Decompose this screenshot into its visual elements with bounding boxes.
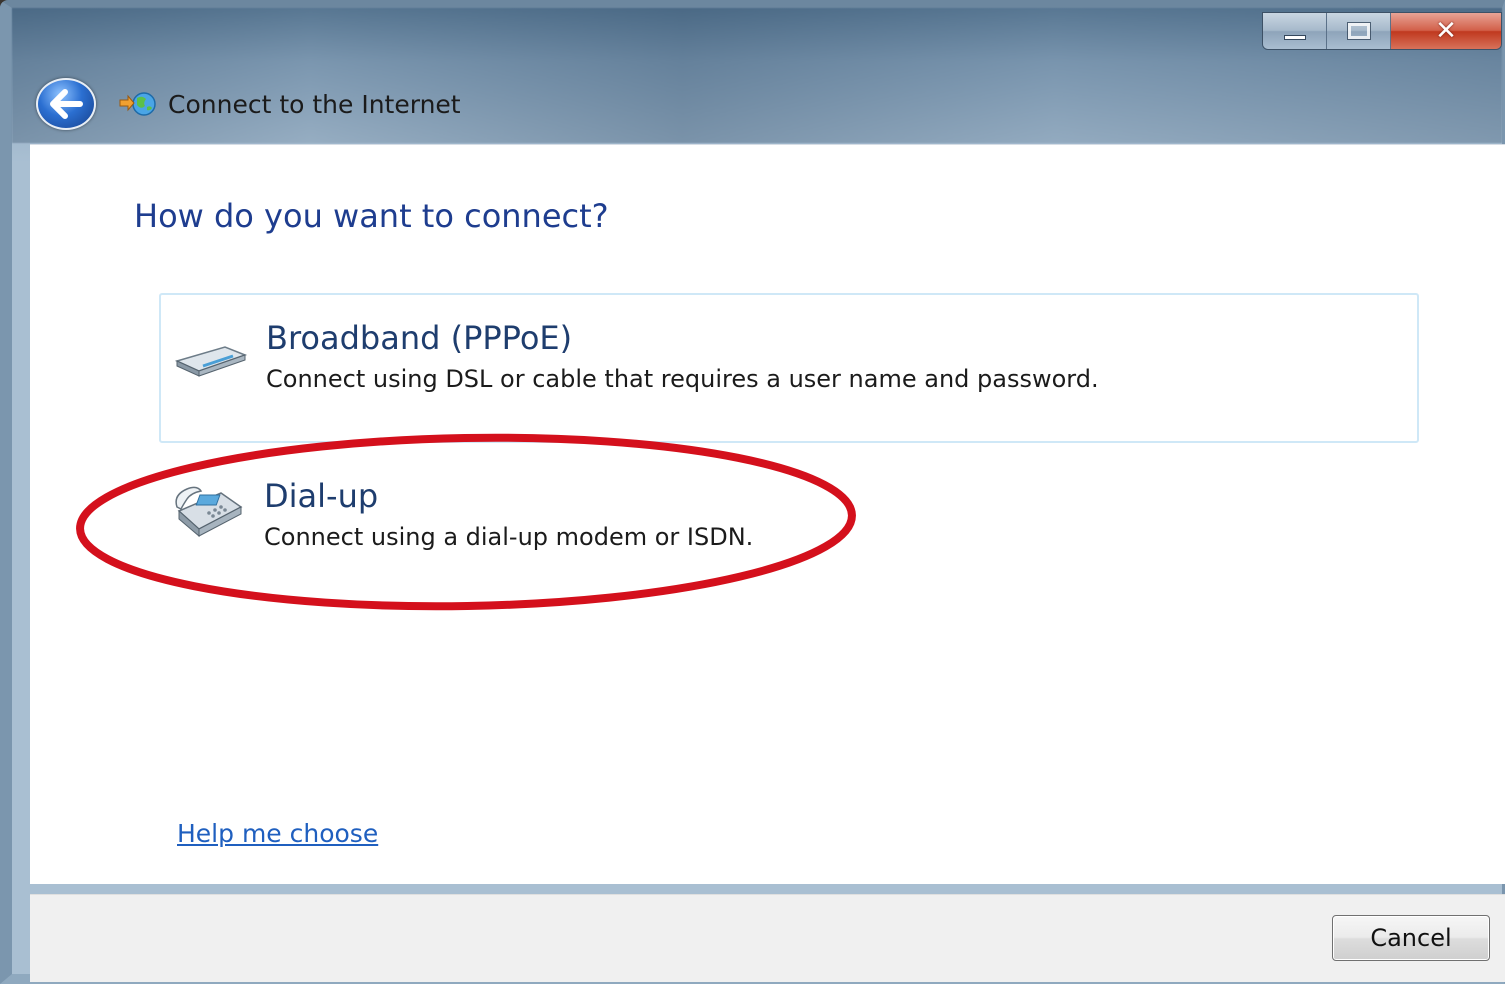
network-globe-icon bbox=[118, 89, 158, 119]
wizard-footer: Cancel bbox=[30, 894, 1505, 982]
minimize-icon bbox=[1283, 34, 1306, 40]
option-description: Connect using DSL or cable that requires… bbox=[266, 365, 1099, 393]
minimize-button[interactable] bbox=[1263, 13, 1327, 49]
option-title: Dial-up bbox=[264, 477, 379, 515]
close-icon: ✕ bbox=[1435, 16, 1457, 46]
option-broadband[interactable]: Broadband (PPPoE) Connect using DSL or c… bbox=[159, 293, 1419, 443]
nav-row: Connect to the Internet bbox=[36, 78, 461, 130]
help-me-choose-link[interactable]: Help me choose bbox=[177, 819, 378, 848]
wizard-content: How do you want to connect? Broadband (P… bbox=[30, 144, 1505, 884]
modem-icon bbox=[173, 339, 249, 383]
maximize-button[interactable] bbox=[1327, 13, 1391, 49]
back-button[interactable] bbox=[36, 78, 96, 130]
wizard-window: ✕ Connect to the Internet How do you wan… bbox=[0, 0, 1505, 984]
maximize-icon bbox=[1346, 22, 1371, 40]
option-dialup[interactable]: Dial-up Connect using a dial-up modem or… bbox=[159, 453, 1419, 603]
cancel-button[interactable]: Cancel bbox=[1332, 915, 1490, 961]
window-title: Connect to the Internet bbox=[168, 89, 461, 119]
page-title: How do you want to connect? bbox=[134, 197, 609, 235]
caption-buttons: ✕ bbox=[1262, 12, 1502, 50]
back-arrow-icon bbox=[50, 89, 83, 119]
phone-icon bbox=[171, 481, 247, 543]
close-button[interactable]: ✕ bbox=[1391, 13, 1501, 49]
option-title: Broadband (PPPoE) bbox=[266, 319, 573, 357]
option-description: Connect using a dial-up modem or ISDN. bbox=[264, 523, 754, 551]
